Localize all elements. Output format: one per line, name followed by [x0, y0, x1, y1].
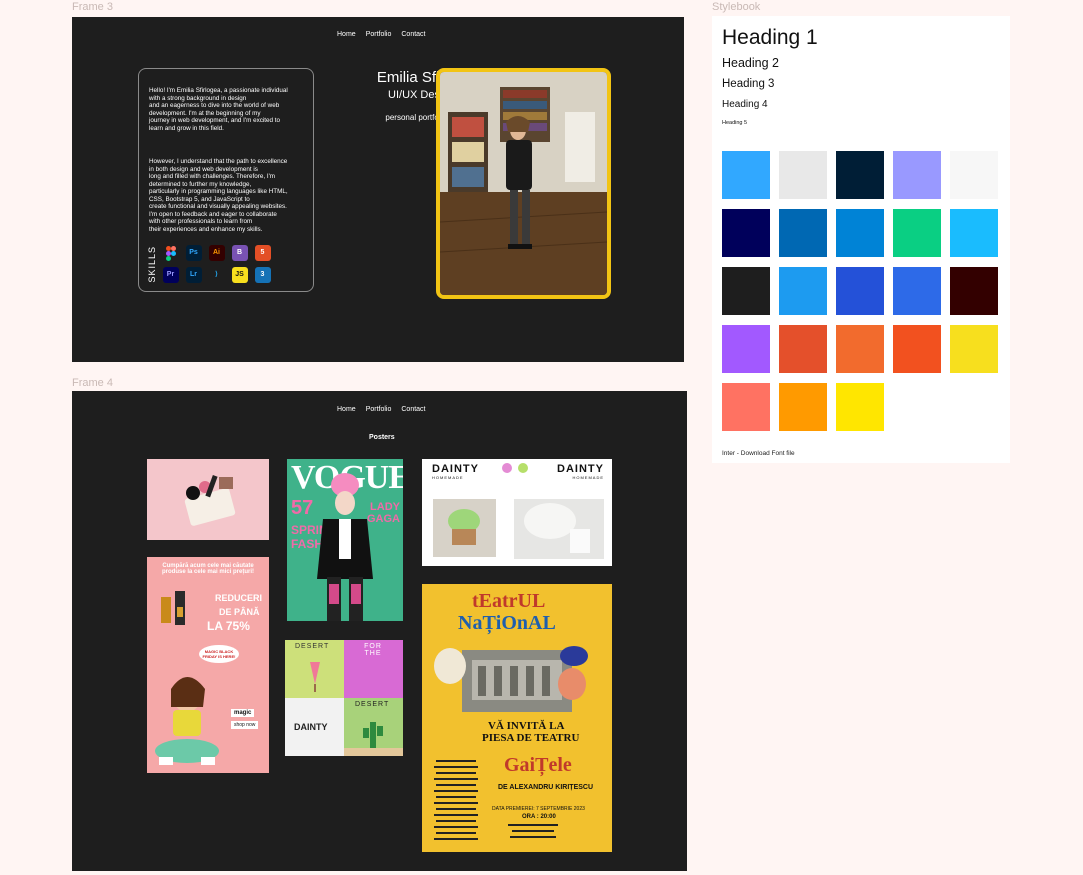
color-swatch[interactable] — [950, 209, 998, 257]
nav-portfolio-link[interactable]: Portfolio — [366, 406, 392, 413]
frame-4: Home Portfolio Contact Posters VOGUE 57 … — [72, 391, 687, 871]
color-swatch[interactable] — [779, 325, 827, 373]
frame-3: Home Portfolio Contact Hello! I'm Emilia… — [72, 17, 684, 362]
bootstrap-icon: B — [231, 245, 248, 261]
css3-icon: 3 — [254, 267, 271, 283]
font-download-link[interactable]: Inter - Download Font file — [722, 450, 795, 457]
posters-title: Posters — [369, 434, 395, 441]
about-paragraph-2: However, I understand that the path to e… — [149, 158, 288, 233]
dainty-poster[interactable]: DAINTY DAINTY HOMEMADE HOMEMADE — [422, 459, 612, 566]
color-swatch[interactable] — [893, 209, 941, 257]
frame-3-nav: Home Portfolio Contact — [337, 31, 426, 38]
nav-contact-link[interactable]: Contact — [401, 406, 425, 413]
cosmetics-poster[interactable] — [147, 459, 269, 540]
heading-1-sample: Heading 1 — [722, 26, 818, 49]
color-swatches — [722, 151, 998, 431]
figma-icon — [162, 245, 179, 261]
color-swatch[interactable] — [779, 151, 827, 199]
skills-grid: Ps Ai B 5 Pr Lr ⟩ JS 3 — [162, 245, 271, 283]
heading-5-sample: Heading 5 — [722, 120, 748, 126]
skills-block: SKILLS Ps Ai B 5 Pr Lr ⟩ JS 3 — [147, 245, 271, 283]
desert-poster[interactable]: DESERT FOR THE DAINTY DESERT — [285, 640, 403, 756]
nav-portfolio-link[interactable]: Portfolio — [366, 31, 392, 38]
frame-4-label: Frame 4 — [72, 377, 113, 389]
heading-4-sample: Heading 4 — [722, 99, 768, 110]
color-swatch[interactable] — [893, 267, 941, 315]
stylebook-label: Stylebook — [712, 1, 761, 13]
heading-3-sample: Heading 3 — [722, 78, 775, 90]
color-swatch[interactable] — [722, 325, 770, 373]
nav-home-link[interactable]: Home — [337, 406, 356, 413]
color-swatch[interactable] — [722, 151, 770, 199]
teatrul-national-poster[interactable]: tEatrUL NaȚiOnAL VĂ INVITĂ LA PIESA DE T… — [422, 584, 612, 852]
profile-photo — [436, 68, 611, 299]
lightroom-icon: Lr — [185, 267, 202, 283]
color-swatch[interactable] — [779, 209, 827, 257]
about-paragraph-1: Hello! I'm Emilia Sfirlogea, a passionat… — [149, 87, 288, 132]
color-swatch[interactable] — [836, 325, 884, 373]
color-swatch[interactable] — [836, 267, 884, 315]
color-swatch[interactable] — [722, 383, 770, 431]
color-swatch[interactable] — [950, 151, 998, 199]
color-swatch[interactable] — [950, 325, 998, 373]
promo-poster[interactable]: Cumpără acum cele mai căutate produse la… — [147, 557, 269, 773]
color-swatch[interactable] — [836, 209, 884, 257]
illustrator-icon: Ai — [208, 245, 225, 261]
color-swatch[interactable] — [779, 383, 827, 431]
color-swatch[interactable] — [836, 151, 884, 199]
nav-contact-link[interactable]: Contact — [401, 31, 425, 38]
color-swatch[interactable] — [893, 325, 941, 373]
vscode-icon: ⟩ — [208, 267, 225, 283]
stylebook-panel: Heading 1 Heading 2 Heading 3 Heading 4 … — [712, 16, 1010, 463]
frame-3-label: Frame 3 — [72, 1, 113, 13]
vogue-poster[interactable]: VOGUE 57 SPRING FASHION LADY GAGA — [287, 459, 403, 621]
color-swatch[interactable] — [722, 209, 770, 257]
color-swatch[interactable] — [893, 151, 941, 199]
color-swatch[interactable] — [722, 267, 770, 315]
color-swatch[interactable] — [836, 383, 884, 431]
color-swatch[interactable] — [779, 267, 827, 315]
color-swatch[interactable] — [950, 267, 998, 315]
nav-home-link[interactable]: Home — [337, 31, 356, 38]
photoshop-icon: Ps — [185, 245, 202, 261]
premiere-icon: Pr — [162, 267, 179, 283]
about-card: Hello! I'm Emilia Sfirlogea, a passionat… — [138, 68, 314, 292]
skills-label: SKILLS — [147, 245, 157, 283]
heading-2-sample: Heading 2 — [722, 56, 779, 70]
frame-4-nav: Home Portfolio Contact — [337, 406, 426, 413]
javascript-icon: JS — [231, 267, 248, 283]
html5-icon: 5 — [254, 245, 271, 261]
